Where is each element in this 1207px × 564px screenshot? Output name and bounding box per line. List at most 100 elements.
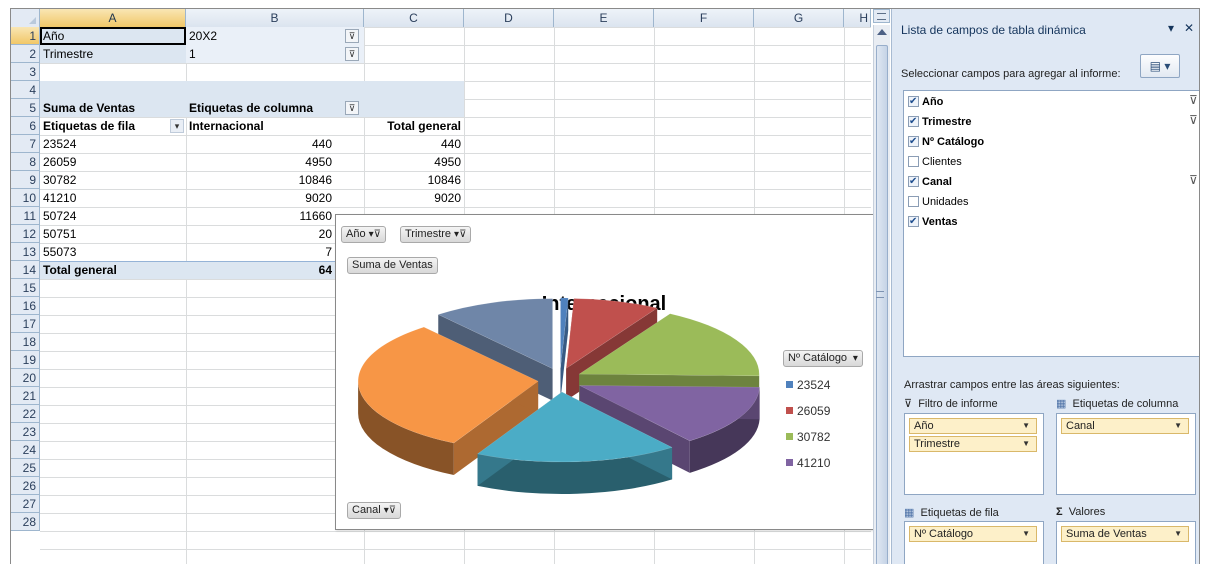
pivot-cell-label[interactable]: 23524 <box>40 135 186 153</box>
pivot-cell-label[interactable]: 41210 <box>40 189 186 207</box>
row-labels-area[interactable]: Nº Catálogo ▼ <box>904 521 1044 564</box>
row-header[interactable]: 21 <box>11 387 40 405</box>
row-header[interactable]: 17 <box>11 315 40 333</box>
area-chip-ano[interactable]: Año ▼ <box>909 418 1037 434</box>
row-header[interactable]: 22 <box>11 405 40 423</box>
row-header[interactable]: 20 <box>11 369 40 387</box>
row-header[interactable]: 10 <box>11 189 40 207</box>
pivot-cell-int[interactable]: 10846 <box>186 171 335 189</box>
pivot-cell-label[interactable]: 30782 <box>40 171 186 189</box>
field-item[interactable]: Clientes <box>908 154 962 172</box>
legend-field-button[interactable]: Nº Catálogo ▾ <box>783 350 863 367</box>
area-chip-trimestre[interactable]: Trimestre ▼ <box>909 436 1037 452</box>
row-header[interactable]: 3 <box>11 63 40 81</box>
row-header[interactable]: 11 <box>11 207 40 225</box>
area-chip-suma-de-ventas[interactable]: Suma de Ventas ▼ <box>1061 526 1189 542</box>
row-header[interactable]: 28 <box>11 513 40 531</box>
cell-b2[interactable]: 1 <box>186 45 326 63</box>
pivot-cell-total[interactable]: 10846 <box>364 171 464 189</box>
pivot-cell-int[interactable]: 20 <box>186 225 335 243</box>
row-header[interactable]: 13 <box>11 243 40 261</box>
row-header[interactable]: 7 <box>11 135 40 153</box>
field-item[interactable]: Canal <box>908 174 952 192</box>
field-checkbox[interactable] <box>908 214 919 230</box>
split-box[interactable] <box>873 9 890 23</box>
column-labels-area[interactable]: Canal ▼ <box>1056 413 1196 495</box>
field-checkbox[interactable] <box>908 134 919 150</box>
column-header-c[interactable]: C <box>364 9 464 27</box>
filter-dropdown-icon[interactable]: ⊽ <box>345 29 359 43</box>
cell-a2[interactable]: Trimestre <box>40 45 186 63</box>
column-header-h[interactable]: H <box>844 9 871 27</box>
field-checkbox[interactable] <box>908 156 919 167</box>
pivot-cell-int[interactable]: 11660 <box>186 207 335 225</box>
vertical-scrollbar[interactable] <box>873 25 890 564</box>
field-checkbox[interactable] <box>908 114 919 130</box>
pivot-cell-label[interactable]: 55073 <box>40 243 186 261</box>
pivot-cell-label[interactable]: 26059 <box>40 153 186 171</box>
layout-options-button[interactable]: ▤ ▾ <box>1140 54 1180 78</box>
pivot-cell-total[interactable]: 9020 <box>364 189 464 207</box>
pivot-cell-int[interactable]: 440 <box>186 135 335 153</box>
column-header-f[interactable]: F <box>654 9 754 27</box>
field-item[interactable]: Ventas <box>908 214 957 232</box>
pivot-cell-total[interactable]: 440 <box>364 135 464 153</box>
scroll-thumb[interactable] <box>876 45 888 564</box>
row-header[interactable]: 1 <box>11 27 40 45</box>
close-icon[interactable]: ✕ <box>1184 21 1194 35</box>
field-item[interactable]: Nº Catálogo <box>908 134 984 152</box>
row-header[interactable]: 25 <box>11 459 40 477</box>
legend-swatch <box>786 381 793 388</box>
values-area[interactable]: Suma de Ventas ▼ <box>1056 521 1196 564</box>
row-header[interactable]: 14 <box>11 261 40 279</box>
filter-dropdown-icon[interactable]: ⊽ <box>345 47 359 61</box>
row-labels-dropdown-icon[interactable]: ▾ <box>170 119 184 133</box>
pivot-cell-total[interactable]: 4950 <box>364 153 464 171</box>
field-checkbox[interactable] <box>908 174 919 190</box>
area-chip-canal[interactable]: Canal ▼ <box>1061 418 1189 434</box>
row-header[interactable]: 27 <box>11 495 40 513</box>
row-header[interactable]: 24 <box>11 441 40 459</box>
report-filter-area[interactable]: Año ▼ Trimestre ▼ <box>904 413 1044 495</box>
field-item[interactable]: Unidades <box>908 194 968 212</box>
field-checkbox[interactable] <box>908 196 919 207</box>
row-header[interactable]: 9 <box>11 171 40 189</box>
cell-b1[interactable]: 20X2 <box>186 27 326 45</box>
pivot-chart[interactable]: Año▾⊽ Trimestre▾⊽ Suma de Ventas Interna… <box>335 214 881 530</box>
row-header[interactable]: 16 <box>11 297 40 315</box>
field-checkbox[interactable] <box>908 94 919 110</box>
panel-menu-icon[interactable]: ▾ <box>1168 21 1174 35</box>
scroll-up-arrow-icon[interactable] <box>877 29 887 35</box>
cell-a1[interactable]: Año <box>40 27 186 45</box>
pivot-cell-int[interactable]: 9020 <box>186 189 335 207</box>
row-header[interactable]: 19 <box>11 351 40 369</box>
pivot-cell-int[interactable]: 4950 <box>186 153 335 171</box>
column-header-d[interactable]: D <box>464 9 554 27</box>
column-header-b[interactable]: B <box>186 9 364 27</box>
col-labels-filter-icon[interactable]: ⊽ <box>345 101 359 115</box>
pivot-cell-label[interactable]: 50724 <box>40 207 186 225</box>
pivot-cell-label[interactable]: 50751 <box>40 225 186 243</box>
select-all-corner[interactable] <box>11 9 40 27</box>
area-chip-n-catalogo[interactable]: Nº Catálogo ▼ <box>909 526 1037 542</box>
column-header-g[interactable]: G <box>754 9 844 27</box>
row-header[interactable]: 6 <box>11 117 40 135</box>
field-item[interactable]: Trimestre <box>908 114 972 132</box>
row-header[interactable]: 12 <box>11 225 40 243</box>
field-item[interactable]: Año <box>908 94 943 112</box>
grand-total-label: Total general <box>43 263 117 277</box>
row-header[interactable]: 18 <box>11 333 40 351</box>
column-header-a[interactable]: A <box>40 9 186 27</box>
pivot-cell-int[interactable]: 7 <box>186 243 335 261</box>
row-header[interactable]: 5 <box>11 99 40 117</box>
chart-field-button-channel[interactable]: Canal ▾⊽ <box>347 502 402 519</box>
row-header[interactable]: 23 <box>11 423 40 441</box>
column-header-e[interactable]: E <box>554 9 654 27</box>
row-header[interactable]: 26 <box>11 477 40 495</box>
row-header[interactable]: 8 <box>11 153 40 171</box>
row-header[interactable]: 4 <box>11 81 40 99</box>
row-header[interactable]: 2 <box>11 45 40 63</box>
field-list[interactable]: Año ⊽ Trimestre ⊽ Nº Catálogo Clientes Canal ⊽ U… <box>903 90 1199 357</box>
row-header[interactable]: 15 <box>11 279 40 297</box>
pivot-col-labels-caption: Etiquetas de columna <box>189 101 314 115</box>
